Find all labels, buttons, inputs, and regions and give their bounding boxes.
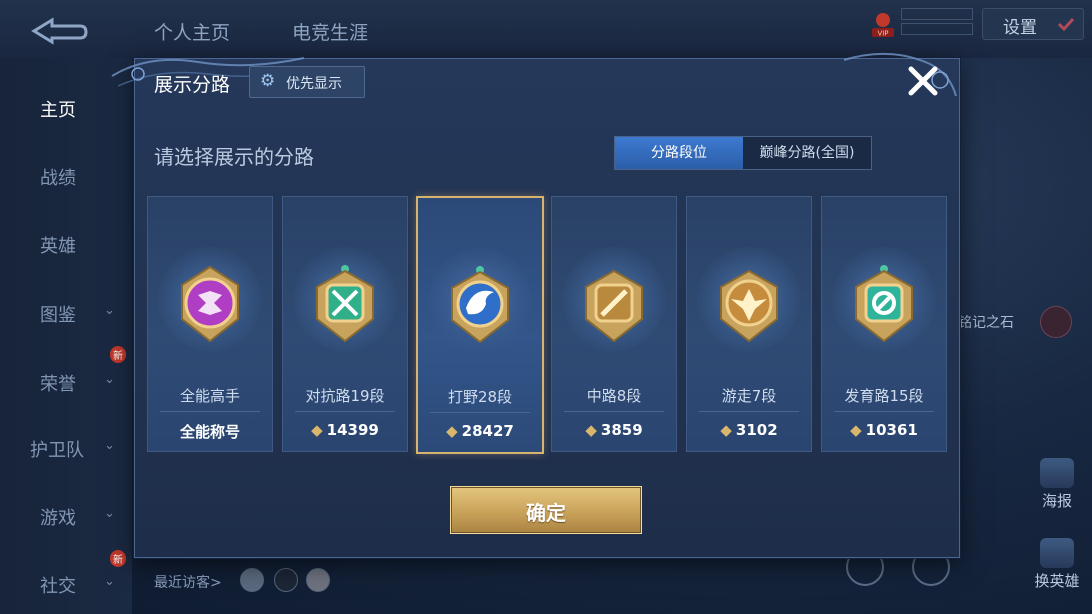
sidebar-item-social[interactable]: 社交 ⌄ <box>0 564 132 604</box>
poster-icon <box>1040 458 1074 488</box>
lane-name: 游走7段 <box>721 387 777 405</box>
checkmark-icon <box>1057 17 1075 32</box>
sidebar-item-honor[interactable]: 荣誉 ⌄ <box>0 362 132 402</box>
lane-name: 打野28段 <box>447 388 513 406</box>
svg-text:VIP: VIP <box>877 30 888 38</box>
points-icon: ◆ <box>585 421 597 439</box>
points-icon: ◆ <box>720 421 732 439</box>
points-icon: ◆ <box>446 422 458 440</box>
avatar[interactable] <box>274 568 298 592</box>
points-icon: ◆ <box>850 421 862 439</box>
lane-points: ◆ 10361 <box>850 421 918 439</box>
clash-lane-emblem-icon <box>316 265 374 343</box>
tab-lane-rank[interactable]: 分路段位 <box>615 137 743 169</box>
lane-card-clash[interactable]: 对抗路19段 ◆ 14399 <box>282 196 408 452</box>
chevron-down-icon: ⌄ <box>104 506 115 521</box>
switch-hero-icon <box>1040 538 1074 568</box>
chevron-down-icon: ⌄ <box>104 303 115 318</box>
back-arrow-icon[interactable] <box>28 16 90 46</box>
jungle-emblem-icon <box>451 266 509 344</box>
chevron-down-icon: ⌄ <box>104 438 115 453</box>
avatar[interactable] <box>306 568 330 592</box>
settings-button[interactable]: 设置 <box>982 8 1084 40</box>
lane-points: ◆ 28427 <box>446 422 514 440</box>
lane-card-roam[interactable]: 游走7段 ◆ 3102 <box>686 196 812 452</box>
sidebar-item-guard-team[interactable]: 护卫队 ⌄ <box>0 428 132 468</box>
sidebar-item-record[interactable]: 战绩 <box>0 156 132 196</box>
tab-peak-lane-national[interactable]: 巅峰分路(全国) <box>743 137 871 169</box>
confirm-label: 确定 <box>526 501 566 525</box>
mid-lane-emblem-icon <box>585 269 643 343</box>
all-round-emblem-icon <box>181 265 239 343</box>
confirm-button[interactable]: 确定 <box>450 486 642 534</box>
lane-name: 全能高手 <box>179 387 240 405</box>
lane-points: ◆ 3859 <box>585 421 643 439</box>
lane-card-jungle[interactable]: 打野28段 ◆ 28427 <box>416 196 544 454</box>
dialog-title: 展示分路 <box>154 74 231 96</box>
lane-mode-toggle: 分路段位 巅峰分路(全国) <box>614 136 872 170</box>
sidebar-item-games[interactable]: 游戏 ⌄ <box>0 496 132 536</box>
lane-card-mid[interactable]: 中路8段 ◆ 3859 <box>551 196 677 452</box>
sidebar-item-codex[interactable]: 图鉴 ⌄ <box>0 293 132 333</box>
memorial-stone-label[interactable]: 铭记之石 <box>958 312 1014 332</box>
vip-icon: VIP <box>872 13 894 38</box>
vip-info-lines <box>901 8 973 35</box>
lane-points: ◆ 14399 <box>311 421 379 439</box>
right-panel <box>958 58 1092 614</box>
lane-name: 对抗路19段 <box>305 387 385 405</box>
lane-name: 中路8段 <box>586 387 642 405</box>
new-badge: 新 <box>110 550 126 567</box>
farm-lane-emblem-icon <box>855 265 913 343</box>
points-icon: ◆ <box>311 421 323 439</box>
recent-visitors-label[interactable]: 最近访客> <box>154 572 222 592</box>
tab-esports-career[interactable]: 电竞生涯 <box>292 18 368 45</box>
chevron-down-icon: ⌄ <box>104 574 115 589</box>
lane-card-farm[interactable]: 发育路15段 ◆ 10361 <box>821 196 947 452</box>
priority-display-label: 优先显示 <box>286 76 342 92</box>
lane-title: 全能称号 <box>179 423 240 441</box>
tab-profile[interactable]: 个人主页 <box>154 18 230 45</box>
roam-emblem-icon <box>720 269 778 343</box>
lane-points: ◆ 3102 <box>720 421 778 439</box>
close-icon[interactable] <box>904 62 942 100</box>
settings-label: 设置 <box>1003 18 1037 38</box>
sidebar-item-heroes[interactable]: 英雄 <box>0 224 132 264</box>
ornament-swirl-icon <box>843 52 957 97</box>
poster-button[interactable]: 海报 <box>1032 458 1082 511</box>
chevron-down-icon: ⌄ <box>104 372 115 387</box>
gear-icon: ⚙ <box>260 71 276 91</box>
new-badge: 新 <box>110 346 126 363</box>
switch-hero-button[interactable]: 换英雄 <box>1032 538 1082 591</box>
priority-display-button[interactable]: ⚙ 优先显示 <box>249 66 365 98</box>
avatar[interactable] <box>240 568 264 592</box>
lane-name: 发育路15段 <box>844 387 924 405</box>
memorial-stone-icon[interactable] <box>1040 306 1072 338</box>
dialog-subtitle: 请选择展示的分路 <box>154 145 314 169</box>
lane-card-all-round[interactable]: 全能高手 全能称号 <box>147 196 273 452</box>
